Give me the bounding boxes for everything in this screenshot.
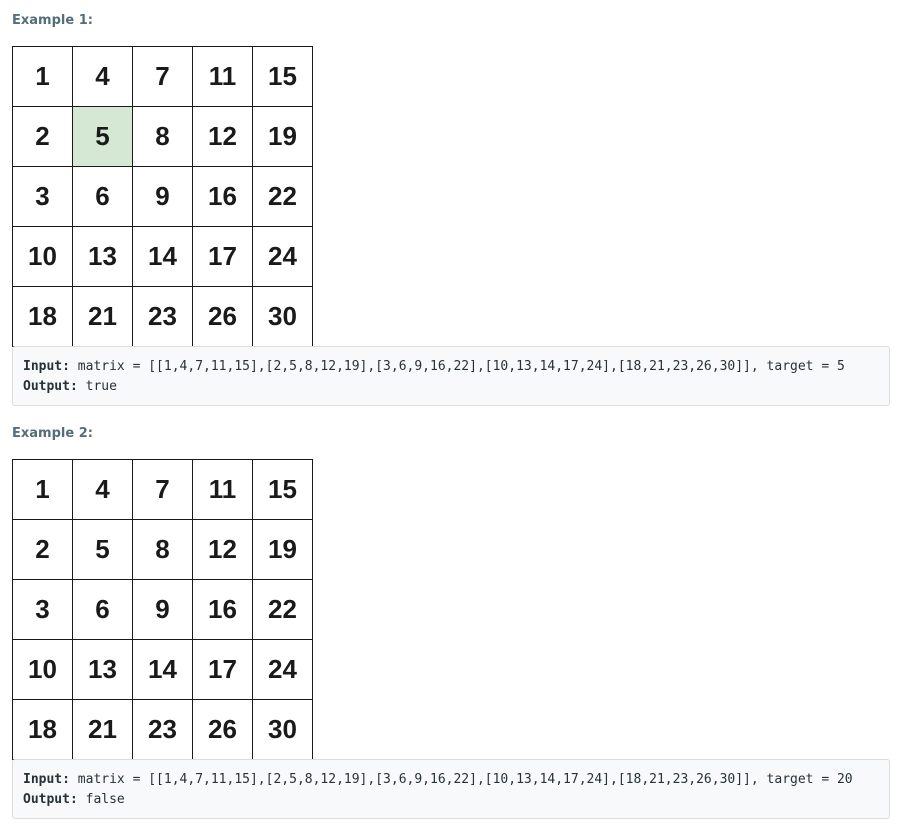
matrix-cell: 16	[192, 579, 253, 640]
matrix-row: 1 4 7 11 15	[12, 46, 313, 107]
matrix-row: 10 13 14 17 24	[12, 639, 313, 700]
matrix-cell: 6	[72, 166, 133, 227]
input-label: Input:	[23, 359, 70, 374]
matrix-cell: 4	[72, 46, 133, 107]
matrix-cell: 16	[192, 166, 253, 227]
matrix-cell: 22	[252, 166, 313, 227]
matrix-row: 10 13 14 17 24	[12, 226, 313, 287]
matrix-cell: 8	[132, 106, 193, 167]
example-code-block: Input: matrix = [[1,4,7,11,15],[2,5,8,12…	[12, 759, 890, 819]
matrix-cell: 30	[252, 699, 313, 760]
matrix-cell: 2	[12, 106, 73, 167]
matrix-cell: 12	[192, 106, 253, 167]
matrix-cell: 15	[252, 46, 313, 107]
output-value: false	[77, 792, 125, 807]
matrix-cell: 14	[132, 226, 193, 287]
matrix-cell: 11	[192, 46, 253, 107]
input-label: Input:	[23, 772, 70, 787]
matrix-cell: 1	[12, 459, 73, 520]
matrix-cell: 26	[192, 286, 253, 347]
input-value: matrix = [[1,4,7,11,15],[2,5,8,12,19],[3…	[69, 772, 853, 787]
matrix-cell: 4	[72, 459, 133, 520]
matrix-cell: 9	[132, 579, 193, 640]
input-line: Input: matrix = [[1,4,7,11,15],[2,5,8,12…	[23, 357, 879, 377]
input-line: Input: matrix = [[1,4,7,11,15],[2,5,8,12…	[23, 770, 879, 790]
matrix-row: 18 21 23 26 30	[12, 699, 313, 760]
matrix-row: 2 5 8 12 19	[12, 106, 313, 167]
matrix-row: 2 5 8 12 19	[12, 519, 313, 580]
matrix-cell: 19	[252, 106, 313, 167]
matrix-cell: 18	[12, 286, 73, 347]
output-label: Output:	[23, 792, 78, 807]
matrix-cell: 18	[12, 699, 73, 760]
output-line: Output: true	[23, 377, 879, 397]
output-value: true	[77, 379, 117, 394]
matrix-cell: 23	[132, 286, 193, 347]
matrix-cell: 9	[132, 166, 193, 227]
matrix-cell: 3	[12, 579, 73, 640]
matrix-cell: 17	[192, 639, 253, 700]
matrix-cell: 11	[192, 459, 253, 520]
matrix-cell: 24	[252, 226, 313, 287]
matrix-cell: 23	[132, 699, 193, 760]
matrix-cell: 7	[132, 46, 193, 107]
matrix-cell: 13	[72, 639, 133, 700]
matrix-cell: 6	[72, 579, 133, 640]
matrix-cell: 3	[12, 166, 73, 227]
input-value: matrix = [[1,4,7,11,15],[2,5,8,12,19],[3…	[69, 359, 845, 374]
matrix-row: 3 6 9 16 22	[12, 579, 313, 640]
matrix-cell: 22	[252, 579, 313, 640]
matrix-grid: 1 4 7 11 15 2 5 8 12 19 3 6 9 16 22 10 13 14 17 24 18 21 23 26 3…	[12, 459, 313, 760]
matrix-cell: 30	[252, 286, 313, 347]
matrix-cell: 26	[192, 699, 253, 760]
matrix-cell: 17	[192, 226, 253, 287]
matrix-body: 1 4 7 11 15 2 5 8 12 19 3 6 9 16 22 10 13 14 17 24 18 21 23 26 3…	[12, 46, 313, 347]
matrix-grid: 1 4 7 11 15 2 5 8 12 19 3 6 9 16 22 10 13 14 17 24 18 21 23 26 3…	[12, 46, 313, 347]
matrix-body: 1 4 7 11 15 2 5 8 12 19 3 6 9 16 22 10 13 14 17 24 18 21 23 26 3…	[12, 459, 313, 760]
matrix-row: 3 6 9 16 22	[12, 166, 313, 227]
matrix-cell: 1	[12, 46, 73, 107]
matrix-cell: 10	[12, 639, 73, 700]
matrix-cell: 10	[12, 226, 73, 287]
matrix-cell-target: 5	[72, 106, 133, 167]
example-code-block: Input: matrix = [[1,4,7,11,15],[2,5,8,12…	[12, 346, 890, 406]
example-title: Example 1:	[12, 13, 93, 28]
matrix-cell: 7	[132, 459, 193, 520]
matrix-cell: 2	[12, 519, 73, 580]
matrix-cell: 21	[72, 699, 133, 760]
matrix-cell: 12	[192, 519, 253, 580]
example-title: Example 2:	[12, 426, 93, 441]
matrix-cell: 21	[72, 286, 133, 347]
matrix-cell: 15	[252, 459, 313, 520]
matrix-row: 18 21 23 26 30	[12, 286, 313, 347]
output-label: Output:	[23, 379, 78, 394]
matrix-cell: 14	[132, 639, 193, 700]
matrix-cell: 19	[252, 519, 313, 580]
output-line: Output: false	[23, 790, 879, 810]
matrix-cell: 24	[252, 639, 313, 700]
matrix-cell: 8	[132, 519, 193, 580]
matrix-cell: 5	[72, 519, 133, 580]
matrix-cell: 13	[72, 226, 133, 287]
matrix-row: 1 4 7 11 15	[12, 459, 313, 520]
